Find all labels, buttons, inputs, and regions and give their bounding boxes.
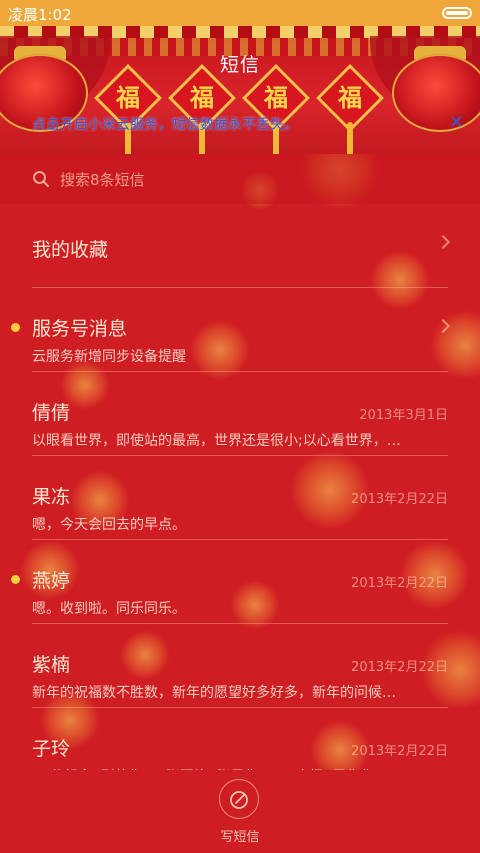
compose-icon (230, 791, 248, 809)
conversation-date: 2013年2月22日 (351, 576, 448, 591)
conversation-name: 服务号消息 (32, 318, 128, 340)
list-item-conversation[interactable]: 倩倩 2013年3月1日 以眼看世界，即使站的最高，世界还是很小;以心看世界，… (0, 372, 480, 456)
conversation-date: 2013年2月22日 (351, 660, 448, 675)
conversation-preview: 新年的祝福数不胜数，新年的愿望好多好多，新年的问候… (32, 685, 396, 701)
list-item-conversation[interactable]: 紫楠 2013年2月22日 新年的祝福数不胜数，新年的愿望好多好多，新年的问候… (0, 624, 480, 708)
search-input[interactable] (58, 166, 442, 194)
list-item-conversation[interactable]: 燕婷 2013年2月22日 嗯。收到啦。同乐同乐。 (0, 540, 480, 624)
cloud-sync-banner[interactable]: 点击开启小米云服务，短信数据永不丢失。 (32, 114, 298, 134)
conversation-name: 我的收藏 (32, 239, 109, 261)
conversation-date: 2013年2月22日 (351, 492, 448, 507)
conversation-name: 倩倩 (32, 402, 71, 424)
list-item-conversation[interactable]: 果冻 2013年2月22日 嗯，今天会回去的早点。 (0, 456, 480, 540)
conversation-name: 燕婷 (32, 570, 71, 592)
status-bar: 凌晨1:02 (0, 0, 480, 26)
list-item-service-messages[interactable]: 服务号消息 云服务新增同步设备提醒 (0, 288, 480, 372)
conversation-preview: 嗯，今天会回去的早点。 (32, 517, 186, 533)
header: 福 福 福 福 短信 点击开启小米云服务，短信数据永不丢失。 ✕ (0, 26, 480, 154)
tassel-4 (347, 122, 353, 154)
conversation-date: 2013年2月22日 (351, 744, 448, 759)
bottom-bar: 写短信 (0, 770, 480, 853)
conversation-name: 紫楠 (32, 654, 71, 676)
list-item-favorites[interactable]: 我的收藏 (0, 204, 480, 288)
compose-label[interactable]: 写短信 (0, 826, 480, 845)
unread-dot (11, 575, 20, 584)
page-title: 短信 (219, 54, 260, 76)
compose-button[interactable] (219, 779, 259, 819)
search-bar[interactable] (0, 154, 480, 204)
banner-close-icon[interactable]: ✕ (449, 112, 464, 133)
status-time: 凌晨1:02 (8, 6, 72, 24)
conversation-list: 我的收藏 服务号消息 云服务新增同步设备提醒 倩倩 2013年3月1日 以眼看世… (0, 204, 480, 792)
battery-icon (442, 7, 472, 19)
search-icon (33, 171, 49, 187)
fu-char-4: 福 (338, 83, 362, 112)
conversation-preview: 嗯。收到啦。同乐同乐。 (32, 601, 186, 617)
chevron-right-icon (435, 318, 451, 334)
conversation-name: 果冻 (32, 486, 71, 508)
unread-dot (11, 323, 20, 332)
conversation-date: 2013年3月1日 (359, 408, 448, 423)
chevron-right-icon (435, 234, 451, 250)
conversation-preview: 云服务新增同步设备提醒 (32, 349, 186, 365)
conversation-name: 子玲 (32, 738, 71, 760)
conversation-preview: 以眼看世界，即使站的最高，世界还是很小;以心看世界，… (32, 433, 401, 449)
